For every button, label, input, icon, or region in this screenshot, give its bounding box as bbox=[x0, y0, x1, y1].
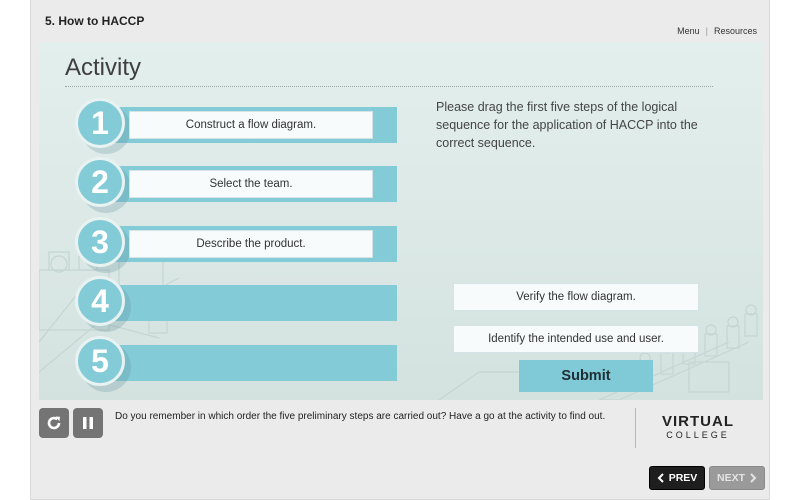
step-row-5: 5 bbox=[75, 334, 397, 392]
step-row-4: 4 bbox=[75, 274, 397, 332]
replay-icon bbox=[47, 416, 61, 430]
title-divider bbox=[65, 86, 713, 87]
top-nav: Menu | Resources bbox=[677, 26, 757, 36]
activity-instructions: Please drag the first five steps of the … bbox=[436, 100, 698, 150]
replay-button[interactable] bbox=[39, 408, 69, 438]
course-player: 5. How to HACCP Menu | Resources Activit… bbox=[30, 0, 770, 500]
media-controls bbox=[39, 408, 103, 438]
course-title: 5. How to HACCP bbox=[45, 14, 145, 28]
logo-line-2: COLLEGE bbox=[666, 430, 730, 440]
step-number-3: 3 bbox=[75, 217, 125, 267]
narration-text: Do you remember in which order the five … bbox=[115, 411, 606, 422]
activity-stage: Activity 1 Construct a flow diagram. 2 S… bbox=[39, 42, 763, 400]
chevron-left-icon bbox=[657, 473, 664, 483]
prev-button[interactable]: PREV bbox=[649, 466, 705, 490]
step-number-5: 5 bbox=[75, 336, 125, 386]
step-number-2: 2 bbox=[75, 157, 125, 207]
drop-slot-2[interactable]: Select the team. bbox=[129, 170, 373, 198]
step-row-2: 2 Select the team. bbox=[75, 155, 397, 213]
pause-button[interactable] bbox=[73, 408, 103, 438]
step-number-1: 1 bbox=[75, 98, 125, 148]
nav-separator: | bbox=[705, 26, 708, 36]
resources-link[interactable]: Resources bbox=[714, 26, 757, 36]
drop-slot-3[interactable]: Describe the product. bbox=[129, 230, 373, 258]
draggable-option-verify-flow-diagram[interactable]: Verify the flow diagram. bbox=[453, 283, 699, 311]
next-label: NEXT bbox=[716, 472, 745, 484]
drop-slot-1[interactable]: Construct a flow diagram. bbox=[129, 111, 373, 139]
next-button[interactable]: NEXT bbox=[709, 466, 765, 490]
drop-slot-5[interactable] bbox=[99, 345, 397, 381]
menu-link[interactable]: Menu bbox=[677, 26, 700, 36]
step-row-3: 3 Describe the product. bbox=[75, 215, 397, 273]
virtual-college-logo: VIRTUAL COLLEGE bbox=[653, 414, 743, 441]
activity-title: Activity bbox=[65, 54, 142, 81]
step-number-4: 4 bbox=[75, 276, 125, 326]
logo-divider bbox=[635, 408, 636, 448]
pause-icon bbox=[83, 417, 93, 429]
step-row-1: 1 Construct a flow diagram. bbox=[75, 96, 397, 154]
submit-button[interactable]: Submit bbox=[519, 360, 653, 392]
drop-slot-4[interactable] bbox=[99, 285, 397, 321]
draggable-option-identify-intended-use[interactable]: Identify the intended use and user. bbox=[453, 325, 699, 353]
logo-line-1: VIRTUAL bbox=[662, 413, 734, 430]
prev-label: PREV bbox=[668, 472, 698, 484]
chevron-right-icon bbox=[750, 473, 757, 483]
